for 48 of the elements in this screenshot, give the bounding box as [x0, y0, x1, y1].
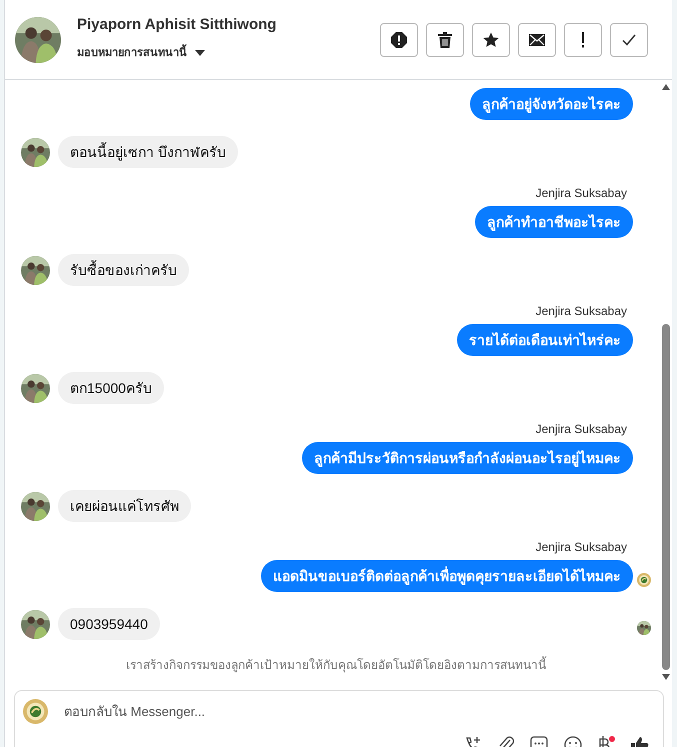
- scroll-up-icon[interactable]: [662, 84, 670, 90]
- done-button[interactable]: [610, 22, 648, 56]
- exclamation-icon: [581, 32, 585, 48]
- mail-button[interactable]: [518, 22, 556, 56]
- message-bubble: 0903959440: [58, 608, 160, 640]
- message-bubble: ลูกค้าอยู่จังหวัดอะไรคะ: [470, 88, 633, 120]
- avatar: [21, 492, 50, 520]
- trash-button[interactable]: [426, 22, 464, 56]
- avatar: [21, 138, 50, 166]
- call-button[interactable]: [464, 736, 482, 747]
- scroll-down-icon[interactable]: [662, 674, 670, 680]
- check-icon: [622, 34, 636, 46]
- sender-name: Jenjira Suksabay: [534, 303, 627, 320]
- star-button[interactable]: [472, 22, 510, 56]
- envelope-icon: [529, 34, 545, 46]
- activity-notice: เราสร้างกิจกรรมของลูกค้าเป้าหมายให้กับคุณโดยอัตโนมัติโดยอิงตามการสนทนานี้: [125, 656, 548, 674]
- composer-box[interactable]: ตอบกลับใน Messenger...: [14, 690, 664, 747]
- trash-icon: [438, 32, 452, 48]
- payment-button[interactable]: [598, 736, 615, 747]
- assign-dropdown[interactable]: มอบหมายการสนทนานี้: [77, 44, 187, 61]
- logo-avatar: [23, 699, 48, 724]
- avatar: [21, 374, 50, 402]
- message-bubble: ลูกค้าทำอาชีพอะไรคะ: [475, 206, 633, 238]
- caret-icon[interactable]: [195, 50, 205, 56]
- message-bubble: เคยผ่อนแค่โทรศัพ: [58, 490, 191, 522]
- message-bubble: ลูกค้ามีประวัติการผ่อนหรือกำลังผ่อนอะไรอยู่ไหมคะ: [302, 442, 633, 474]
- sender-name: Jenjira Suksabay: [534, 185, 627, 202]
- contact-name: Piyaporn Aphisit Sitthiwong: [77, 15, 278, 36]
- message-bubble: แอดมินขอเบอร์ติดต่อลูกค้าเพื่อพูดคุยรายละเอียดได้ไหมคะ: [261, 560, 633, 592]
- message-bubble: รับซื้อของเก่าครับ: [58, 254, 189, 286]
- warning-icon: [391, 32, 407, 48]
- message-bubble: ตก15000ครับ: [58, 372, 164, 404]
- message-bubble: รายได้ต่อเดือนเท่าไหร่คะ: [457, 324, 633, 356]
- avatar: [21, 610, 50, 638]
- spam-button[interactable]: [380, 22, 418, 56]
- avatar: [21, 256, 50, 284]
- emoji-button[interactable]: [564, 736, 582, 747]
- alert-button[interactable]: [564, 22, 602, 56]
- like-button[interactable]: [631, 736, 649, 747]
- message-bubble: ตอนนี้อยู่เซกา บึงกาฬครับ: [58, 136, 238, 168]
- replies-button[interactable]: [530, 736, 548, 747]
- sender-name: Jenjira Suksabay: [534, 539, 627, 556]
- attach-button[interactable]: [498, 736, 514, 747]
- avatar: [15, 16, 61, 62]
- star-icon: [483, 32, 499, 48]
- scroll-thumb[interactable]: [662, 324, 670, 670]
- reply-field[interactable]: ตอบกลับใน Messenger...: [64, 702, 653, 722]
- sender-name: Jenjira Suksabay: [534, 421, 627, 438]
